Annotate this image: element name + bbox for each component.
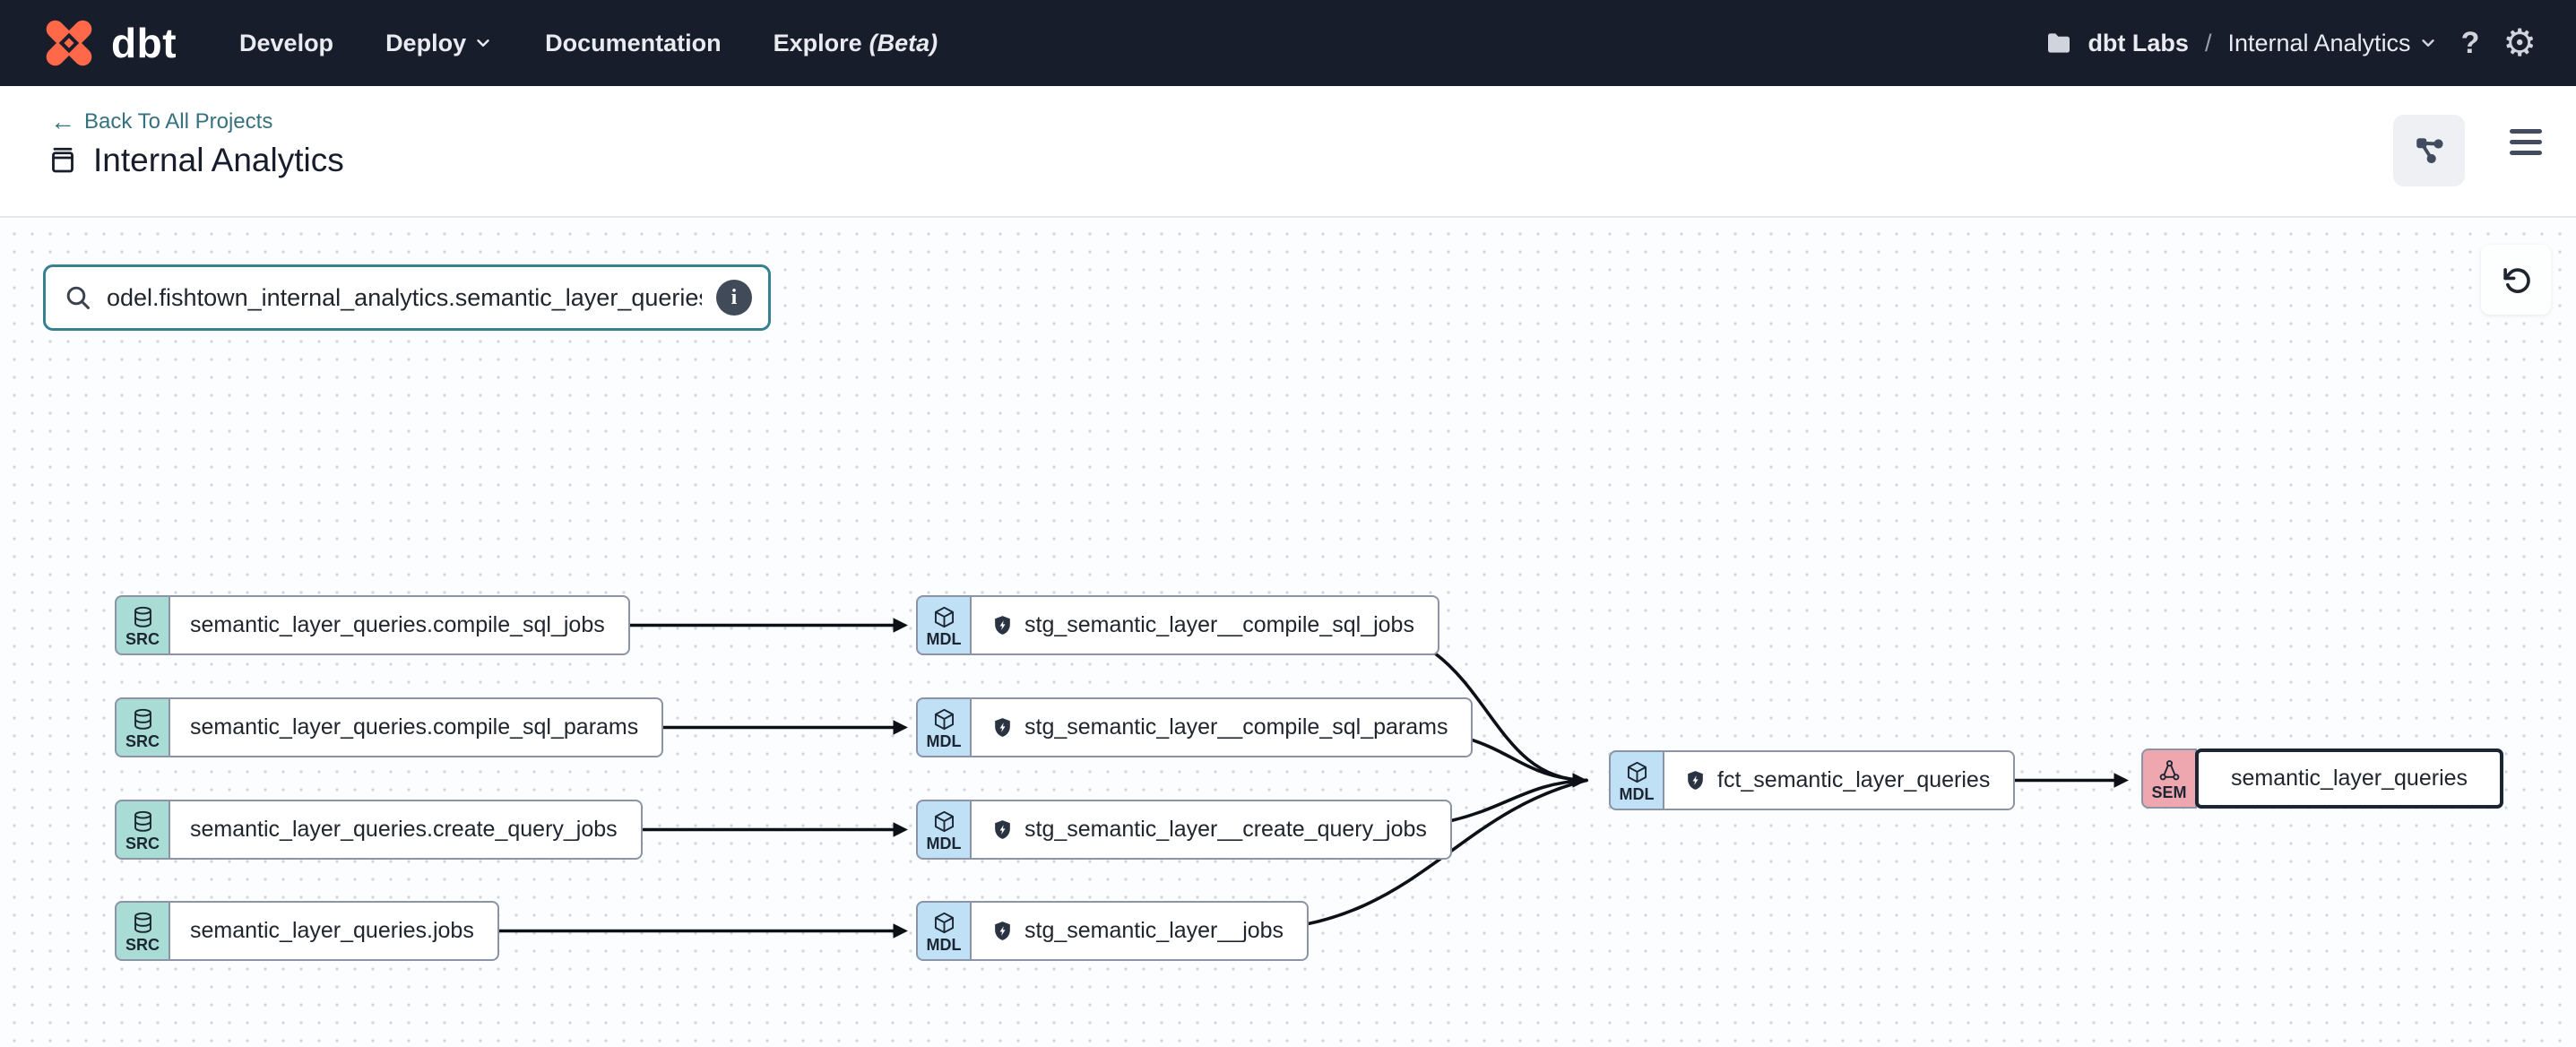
lineage-search-box[interactable]: odel.fishtown_internal_analytics.semanti…: [43, 264, 771, 331]
node-label: stg_semantic_layer__compile_sql_params: [1024, 714, 1448, 740]
mdl-badge-label: MDL: [1620, 785, 1655, 804]
lineage-canvas[interactable]: odel.fishtown_internal_analytics.semanti…: [0, 220, 2576, 1047]
shield-icon: [1684, 769, 1707, 792]
src-badge-label: SRC: [125, 835, 160, 853]
mdl-badge: MDL: [916, 901, 972, 961]
src-badge-label: SRC: [125, 732, 160, 751]
nav-item-explore[interactable]: Explore (Beta): [774, 30, 938, 57]
mdl-badge: MDL: [1609, 750, 1664, 810]
shield-icon: [991, 614, 1014, 636]
nav-item-documentation[interactable]: Documentation: [545, 30, 722, 57]
shield-icon: [991, 716, 1014, 739]
semantic-graph-icon: [2157, 758, 2182, 783]
src-badge: SRC: [115, 901, 170, 961]
mdl-badge-label: MDL: [927, 835, 962, 853]
node-src-jobs[interactable]: SRC semantic_layer_queries.jobs: [115, 901, 499, 961]
back-link-label: Back To All Projects: [84, 109, 272, 134]
dbt-logo[interactable]: dbt: [39, 13, 177, 73]
mdl-badge: MDL: [916, 697, 972, 757]
shield-icon: [991, 818, 1014, 841]
database-icon: [131, 707, 155, 731]
node-label: semantic_layer_queries: [2231, 766, 2468, 792]
nav-item-deploy[interactable]: Deploy: [385, 30, 493, 57]
mdl-badge: MDL: [916, 595, 972, 655]
lineage-icon: [2413, 134, 2445, 167]
mdl-badge-label: MDL: [927, 630, 962, 649]
node-mdl-stg-compile-sql-jobs[interactable]: MDL stg_semantic_layer__compile_sql_jobs: [916, 595, 1439, 655]
src-badge-label: SRC: [125, 936, 160, 955]
node-label: stg_semantic_layer__jobs: [1024, 918, 1284, 944]
nav-item-develop[interactable]: Develop: [239, 30, 333, 57]
database-icon: [131, 809, 155, 834]
breadcrumb-separator: /: [2203, 30, 2214, 57]
reset-view-button[interactable]: [2481, 245, 2551, 315]
nav-item-deploy-label: Deploy: [385, 30, 466, 57]
cube-icon: [932, 707, 956, 731]
nav-right: dbt Labs / Internal Analytics ? ⚙: [2044, 24, 2537, 62]
hamburger-menu-icon[interactable]: [2510, 129, 2542, 155]
src-badge-label: SRC: [125, 630, 160, 649]
mdl-badge-label: MDL: [927, 732, 962, 751]
node-src-create-query-jobs[interactable]: SRC semantic_layer_queries.create_query_…: [115, 800, 643, 860]
search-input[interactable]: odel.fishtown_internal_analytics.semanti…: [107, 284, 702, 312]
breadcrumb-project-label: Internal Analytics: [2227, 30, 2410, 57]
title-row: Internal Analytics: [47, 142, 344, 179]
node-sem-semantic-layer-queries[interactable]: SEM semantic_layer_queries: [2141, 748, 2503, 809]
node-src-compile-sql-jobs[interactable]: SRC semantic_layer_queries.compile_sql_j…: [115, 595, 630, 655]
nav-item-explore-beta: (Beta): [869, 30, 938, 57]
chevron-down-icon: [2418, 33, 2438, 53]
info-icon[interactable]: i: [716, 280, 752, 316]
sem-badge: SEM: [2141, 748, 2197, 809]
folder-icon: [2044, 29, 2073, 57]
node-mdl-stg-compile-sql-params[interactable]: MDL stg_semantic_layer__compile_sql_para…: [916, 697, 1473, 757]
node-src-compile-sql-params[interactable]: SRC semantic_layer_queries.compile_sql_p…: [115, 697, 663, 757]
breadcrumb-project-selector[interactable]: Internal Analytics: [2227, 30, 2437, 57]
src-badge: SRC: [115, 800, 170, 860]
node-mdl-stg-jobs[interactable]: MDL stg_semantic_layer__jobs: [916, 901, 1309, 961]
shield-icon: [991, 920, 1014, 942]
dbt-logo-icon: [39, 13, 99, 73]
cube-icon: [932, 809, 956, 834]
page-header: ← Back To All Projects Internal Analytic…: [0, 86, 2576, 218]
nav-item-explore-label: Explore: [774, 30, 862, 57]
node-mdl-stg-create-query-jobs[interactable]: MDL stg_semantic_layer__create_query_job…: [916, 800, 1452, 860]
search-icon: [64, 283, 92, 312]
dbt-logo-text: dbt: [111, 19, 177, 67]
cube-icon: [1625, 760, 1649, 784]
breadcrumb: dbt Labs / Internal Analytics: [2044, 29, 2437, 57]
node-label: stg_semantic_layer__compile_sql_jobs: [1024, 612, 1414, 638]
src-badge: SRC: [115, 595, 170, 655]
top-nav: dbt Develop Deploy Documentation Explore…: [0, 0, 2576, 86]
chevron-down-icon: [473, 33, 493, 53]
help-icon[interactable]: ?: [2461, 26, 2480, 61]
node-label: semantic_layer_queries.create_query_jobs: [190, 817, 618, 843]
mdl-badge: MDL: [916, 800, 972, 860]
cube-icon: [932, 911, 956, 935]
node-label: semantic_layer_queries.jobs: [190, 918, 474, 944]
node-label: semantic_layer_queries.compile_sql_jobs: [190, 612, 605, 638]
back-to-projects-link[interactable]: ← Back To All Projects: [50, 108, 272, 136]
node-mdl-fct-semantic-layer-queries[interactable]: MDL fct_semantic_layer_queries: [1609, 750, 2015, 810]
breadcrumb-account[interactable]: dbt Labs: [2088, 30, 2189, 57]
back-arrow-icon: ←: [50, 108, 75, 136]
nav-menu: Develop Deploy Documentation Explore (Be…: [239, 30, 938, 57]
database-icon: [131, 605, 155, 629]
sem-badge-label: SEM: [2151, 783, 2186, 802]
node-label: stg_semantic_layer__create_query_jobs: [1024, 817, 1427, 843]
lineage-view-button[interactable]: [2393, 115, 2465, 186]
node-label: fct_semantic_layer_queries: [1717, 767, 1990, 793]
database-icon: [131, 911, 155, 935]
page-title: Internal Analytics: [93, 142, 344, 179]
reset-icon: [2499, 263, 2533, 297]
src-badge: SRC: [115, 697, 170, 757]
node-label: semantic_layer_queries.compile_sql_param…: [190, 714, 638, 740]
gear-icon[interactable]: ⚙: [2503, 24, 2537, 62]
mdl-badge-label: MDL: [927, 936, 962, 955]
cube-icon: [932, 605, 956, 629]
project-icon: [47, 144, 79, 177]
